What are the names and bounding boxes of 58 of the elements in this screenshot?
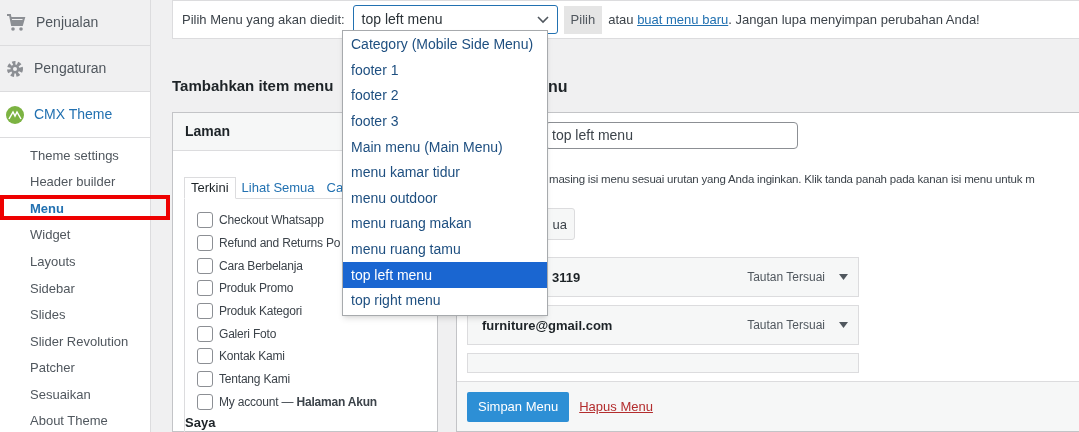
dropdown-option[interactable]: footer 2: [343, 83, 547, 109]
checkbox[interactable]: [197, 348, 213, 365]
submenu-item[interactable]: Sesuaikan: [0, 381, 150, 408]
checkbox[interactable]: [197, 280, 213, 297]
checkbox[interactable]: [197, 371, 213, 388]
submenu-item[interactable]: Slider Revolution: [0, 328, 150, 355]
chevron-down-icon: [536, 15, 549, 24]
note-text: atau: [608, 11, 634, 27]
checkbox[interactable]: [197, 235, 213, 252]
page-label: My account — Halaman Akun: [219, 393, 377, 411]
logo-icon: [6, 105, 24, 124]
tab[interactable]: Lihat Semua: [235, 177, 321, 199]
select-button[interactable]: Pilih: [563, 5, 603, 34]
page-label: Checkout Whatsapp: [219, 212, 324, 230]
page-label-continued: Saya: [185, 414, 217, 432]
select-label: Pilih Menu yang akan diedit:: [182, 10, 345, 29]
submenu-item[interactable]: Menu: [0, 195, 150, 222]
page-label: Tentang Kami: [219, 371, 290, 389]
tab[interactable]: Terkini: [184, 177, 236, 199]
submenu-item[interactable]: Slides: [0, 301, 150, 329]
submenu-item[interactable]: About Theme: [0, 407, 150, 432]
submenu-item[interactable]: Header builder: [0, 168, 150, 196]
dropdown-option[interactable]: footer 1: [343, 57, 547, 84]
page-label: Galeri Foto: [219, 325, 277, 343]
delete-menu-link[interactable]: Hapus Menu: [579, 396, 653, 417]
menu-item-type: Tautan Tersuai: [747, 269, 825, 287]
dropdown-option[interactable]: Category (Mobile Side Menu): [343, 32, 547, 58]
save-menu-button[interactable]: Simpan Menu: [467, 391, 570, 422]
menu-item-title: 3119: [552, 268, 581, 287]
menu-item-bar[interactable]: furniture@gmail.com Tautan Tersuai: [467, 305, 859, 346]
cart-icon: [6, 13, 26, 32]
checkbox[interactable]: [197, 212, 213, 229]
checkbox[interactable]: [197, 393, 213, 410]
section-heading: nu: [547, 77, 569, 97]
page-label: Refund and Returns Po: [219, 235, 341, 253]
checkbox[interactable]: [197, 303, 213, 320]
menu-item-type: Tautan Tersuai: [747, 317, 825, 335]
expand-arrow-icon[interactable]: [839, 322, 848, 329]
submenu-item[interactable]: Layouts: [0, 248, 150, 275]
menu-item-title: furniture@gmail.com: [482, 316, 613, 335]
expand-arrow-icon[interactable]: [839, 274, 848, 281]
nav-item[interactable]: CMX Theme: [0, 92, 150, 138]
note-text: . Jangan lupa menyimpan perubahan Anda!: [728, 11, 980, 27]
settings-icon: [6, 59, 24, 78]
page-label: Produk Kategori: [219, 303, 303, 321]
submenu-item[interactable]: Widget: [0, 221, 150, 249]
checkbox[interactable]: [197, 325, 213, 342]
page-label: Produk Promo: [219, 280, 294, 298]
checkbox[interactable]: [197, 257, 213, 274]
instruction-text: masing isi menu sesuai urutan yang Anda inginkan. Klik tanda panah pada kanan isi menu untuk m: [549, 172, 1035, 187]
dropdown-option[interactable]: top left menu: [343, 262, 547, 288]
submenu-item[interactable]: Theme settings: [0, 142, 150, 169]
dropdown-option[interactable]: menu kamar tidur: [343, 159, 547, 186]
submenu-item[interactable]: Patcher: [0, 354, 150, 382]
page-label: Kontak Kami: [219, 348, 285, 366]
submenu-item[interactable]: Sidebar: [0, 274, 150, 302]
section-heading: Tambahkan item menu: [172, 76, 334, 96]
page-label: Cara Berbelanja: [219, 257, 303, 275]
